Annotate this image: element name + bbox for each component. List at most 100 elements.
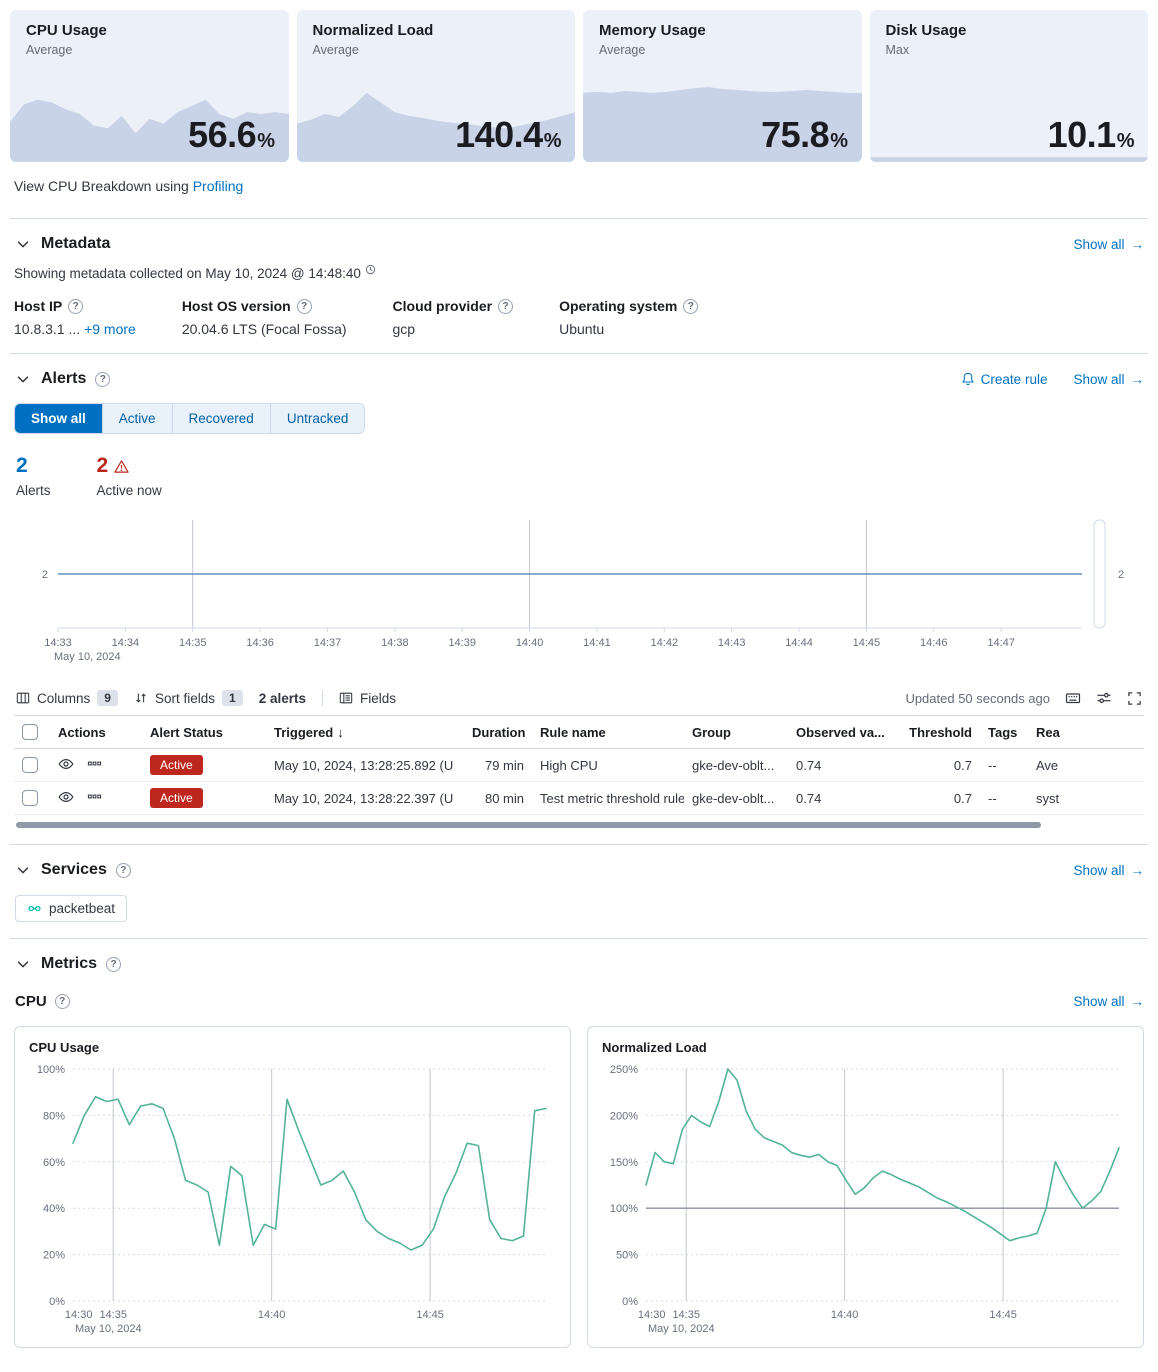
svg-text:14:45: 14:45 xyxy=(416,1309,444,1321)
metadata-field-host-os-version: Host OS version? 20.04.6 LTS (Focal Foss… xyxy=(182,298,347,337)
row-checkbox[interactable] xyxy=(22,790,38,806)
scrollbar-thumb[interactable] xyxy=(16,822,1041,828)
alerts-show-all-link[interactable]: Show all→ xyxy=(1073,372,1144,387)
kpi-card-disk-usage[interactable]: Disk Usage Max 10.1% xyxy=(870,10,1149,162)
column-header-threshold[interactable]: Threshold xyxy=(896,716,980,749)
cpu-usage-line-chart[interactable]: 0%20%40%60%80%100%14:3014:3514:4014:45Ma… xyxy=(29,1059,556,1339)
chevron-down-icon xyxy=(16,372,30,386)
service-list: packetbeat xyxy=(15,895,1144,922)
kpi-row: CPU Usage Average 56.6% Normalized Load … xyxy=(10,10,1148,162)
svg-text:May 10, 2024: May 10, 2024 xyxy=(54,651,121,663)
profiling-note: View CPU Breakdown using Profiling xyxy=(10,162,1148,202)
metrics-section: Metrics ? CPU ? Show all→ CPU Usage 0%20… xyxy=(10,938,1148,1348)
alert-observed-value: 0.74 xyxy=(788,749,896,782)
column-header-duration[interactable]: Duration xyxy=(464,716,532,749)
warning-triangle-icon xyxy=(114,459,129,474)
help-icon[interactable]: ? xyxy=(55,994,70,1009)
help-icon[interactable]: ? xyxy=(95,372,110,387)
alerts-tab-active[interactable]: Active xyxy=(102,404,172,433)
alert-duration: 80 min xyxy=(464,782,532,815)
kpi-card-value: 56.6% xyxy=(188,114,274,156)
table-horizontal-scrollbar[interactable] xyxy=(16,822,1142,828)
help-icon[interactable]: ? xyxy=(68,299,83,314)
column-header-rule-name[interactable]: Rule name xyxy=(532,716,684,749)
alerts-count: 2 xyxy=(16,454,51,478)
alert-threshold: 0.7 xyxy=(896,782,980,815)
metadata-title: Metadata xyxy=(41,235,110,253)
column-header-triggered[interactable]: Triggered↓ xyxy=(266,716,464,749)
select-all-checkbox[interactable] xyxy=(22,724,38,740)
sort-count-badge: 1 xyxy=(222,690,243,706)
view-alert-details-button[interactable] xyxy=(58,789,74,808)
arrow-right-icon: → xyxy=(1131,372,1145,387)
sort-fields-button[interactable]: Sort fields 1 xyxy=(134,690,243,706)
normalized-load-line-chart[interactable]: 0%50%100%150%200%250%14:3014:3514:4014:4… xyxy=(602,1059,1129,1339)
alert-triggered: May 10, 2024, 13:28:25.892 (U xyxy=(266,749,464,782)
alert-tags: -- xyxy=(980,782,1028,815)
column-header-tags[interactable]: Tags xyxy=(980,716,1028,749)
metric-panels: CPU Usage 0%20%40%60%80%100%14:3014:3514… xyxy=(14,1026,1144,1348)
column-header-observed-value[interactable]: Observed va... xyxy=(788,716,896,749)
host-ip-more-link[interactable]: +9 more xyxy=(84,321,136,337)
metadata-field-operating-system: Operating system? Ubuntu xyxy=(559,298,698,337)
alert-duration: 79 min xyxy=(464,749,532,782)
fullscreen-button[interactable] xyxy=(1127,691,1142,706)
arrow-right-icon: → xyxy=(1131,994,1145,1009)
help-icon[interactable]: ? xyxy=(498,299,513,314)
alert-reason: syst xyxy=(1028,782,1144,815)
svg-text:60%: 60% xyxy=(43,1157,65,1169)
metrics-collapse-button[interactable] xyxy=(14,955,32,973)
services-collapse-button[interactable] xyxy=(14,861,32,879)
view-alert-details-button[interactable] xyxy=(58,756,74,775)
svg-text:14:35: 14:35 xyxy=(672,1309,700,1321)
more-actions-button[interactable] xyxy=(87,789,102,807)
keyboard-shortcuts-button[interactable] xyxy=(1065,690,1081,706)
alert-status-badge: Active xyxy=(150,755,203,775)
fields-button[interactable]: Fields xyxy=(339,691,396,706)
cpu-group-title: CPU xyxy=(15,993,47,1010)
svg-text:14:39: 14:39 xyxy=(448,637,476,649)
columns-button[interactable]: Columns 9 xyxy=(16,690,118,706)
eye-icon xyxy=(58,789,74,805)
toolbar-divider xyxy=(322,690,323,706)
column-header-group[interactable]: Group xyxy=(684,716,788,749)
cpu-usage-chart-panel: CPU Usage 0%20%40%60%80%100%14:3014:3514… xyxy=(14,1026,571,1348)
display-options-button[interactable] xyxy=(1096,690,1112,706)
profiling-link[interactable]: Profiling xyxy=(193,178,244,194)
services-show-all-link[interactable]: Show all→ xyxy=(1073,863,1144,878)
svg-text:14:45: 14:45 xyxy=(853,637,881,649)
column-header-reason[interactable]: Rea xyxy=(1028,716,1144,749)
alerts-tab-untracked[interactable]: Untracked xyxy=(270,404,365,433)
kpi-card-cpu-usage[interactable]: CPU Usage Average 56.6% xyxy=(10,10,289,162)
more-actions-button[interactable] xyxy=(87,756,102,774)
packetbeat-icon xyxy=(27,901,42,916)
kpi-card-normalized-load[interactable]: Normalized Load Average 140.4% xyxy=(297,10,576,162)
alerts-timeline-chart[interactable]: 2214:3314:3414:3514:3614:3714:3814:3914:… xyxy=(14,514,1144,672)
alerts-active-count: 2 xyxy=(97,454,109,478)
arrow-right-icon: → xyxy=(1131,863,1145,878)
help-icon[interactable]: ? xyxy=(683,299,698,314)
host-detail-page: CPU Usage Average 56.6% Normalized Load … xyxy=(0,0,1158,1364)
kpi-card-subtitle: Average xyxy=(26,43,273,57)
kpi-card-memory-usage[interactable]: Memory Usage Average 75.8% xyxy=(583,10,862,162)
chart-title: Normalized Load xyxy=(602,1040,1129,1055)
help-icon[interactable]: ? xyxy=(297,299,312,314)
alerts-active-block: 2 Active now xyxy=(97,454,162,498)
alerts-summary: 2 Alerts 2 Active now xyxy=(16,454,1144,498)
metadata-collapse-button[interactable] xyxy=(14,235,32,253)
alerts-tab-show-all[interactable]: Show all xyxy=(15,404,102,433)
svg-text:2: 2 xyxy=(42,569,48,581)
svg-text:14:30: 14:30 xyxy=(65,1309,93,1321)
create-rule-link[interactable]: Create rule xyxy=(961,372,1048,387)
alerts-collapse-button[interactable] xyxy=(14,370,32,388)
column-header-alert-status[interactable]: Alert Status xyxy=(142,716,266,749)
row-checkbox[interactable] xyxy=(22,757,38,773)
metadata-show-all-link[interactable]: Show all→ xyxy=(1073,237,1144,252)
service-chip-packetbeat[interactable]: packetbeat xyxy=(15,895,127,922)
help-icon[interactable]: ? xyxy=(116,863,131,878)
clock-icon xyxy=(365,264,376,275)
metrics-title: Metrics xyxy=(41,955,97,973)
metrics-show-all-link[interactable]: Show all→ xyxy=(1073,994,1144,1009)
help-icon[interactable]: ? xyxy=(106,957,121,972)
alerts-tab-recovered[interactable]: Recovered xyxy=(172,404,270,433)
